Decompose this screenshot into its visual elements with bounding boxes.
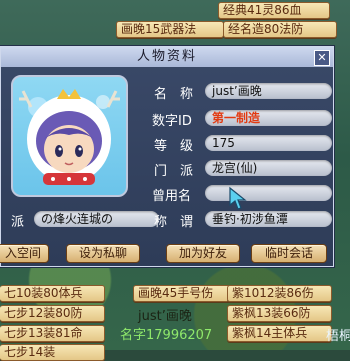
title-field: 垂钓·初涉鱼潭: [205, 211, 332, 227]
stall-sign[interactable]: 七步14装: [0, 344, 105, 361]
name-field: just’画晚: [205, 83, 332, 99]
stall-sign[interactable]: 紫1012装86伤: [227, 285, 332, 302]
id-label: 数字ID: [152, 114, 192, 129]
temp-chat-button[interactable]: 临时会话: [251, 244, 327, 263]
stall-sign[interactable]: 七步13装81命: [0, 325, 105, 342]
close-icon[interactable]: ✕: [314, 50, 330, 66]
sect-field: 龙宫(仙): [205, 160, 332, 176]
stall-sign[interactable]: 紫枫14主体兵: [227, 325, 332, 342]
character-info-dialog: 人物资料 ✕ 名 称 just’画晚 数字ID 第一制造 等 级 175 门 派…: [0, 46, 334, 267]
name-label: 名 称: [154, 87, 194, 102]
stall-sign[interactable]: 七步12装80防: [0, 305, 105, 322]
former-name-field: [205, 185, 332, 201]
stall-sign[interactable]: 经名造80法防: [223, 21, 337, 38]
enter-space-button[interactable]: 入空间: [0, 244, 49, 263]
sect-label: 门 派: [154, 164, 194, 179]
portrait-avatar-icon: [19, 89, 120, 185]
player-name-overlay: just’画晚: [138, 309, 192, 324]
player-id-overlay: 名字17996207: [120, 328, 213, 343]
npc-name-overlay: 梧桐: [326, 329, 350, 344]
faction-label: 派: [11, 215, 25, 230]
faction-field: の烽火连城の: [34, 211, 159, 227]
level-label: 等 级: [154, 139, 194, 154]
cursor-icon: [229, 186, 247, 210]
former-name-label: 曾用名: [152, 189, 192, 204]
level-field: 175: [205, 135, 332, 151]
add-friend-button[interactable]: 加为好友: [166, 244, 240, 263]
stall-sign[interactable]: 经典41灵86血: [218, 2, 330, 19]
private-chat-button[interactable]: 设为私聊: [66, 244, 140, 263]
stall-sign[interactable]: 画晚45手号伤: [133, 285, 231, 302]
stall-sign[interactable]: 七10装80体兵: [0, 285, 105, 302]
stall-sign[interactable]: 紫枫13装66防: [227, 305, 332, 322]
character-portrait: [11, 75, 128, 197]
dialog-title: 人物资料: [1, 47, 333, 67]
id-field: 第一制造: [205, 110, 332, 126]
title-label: 称 谓: [154, 215, 194, 230]
stall-sign[interactable]: 画晚15武器法: [116, 21, 224, 38]
